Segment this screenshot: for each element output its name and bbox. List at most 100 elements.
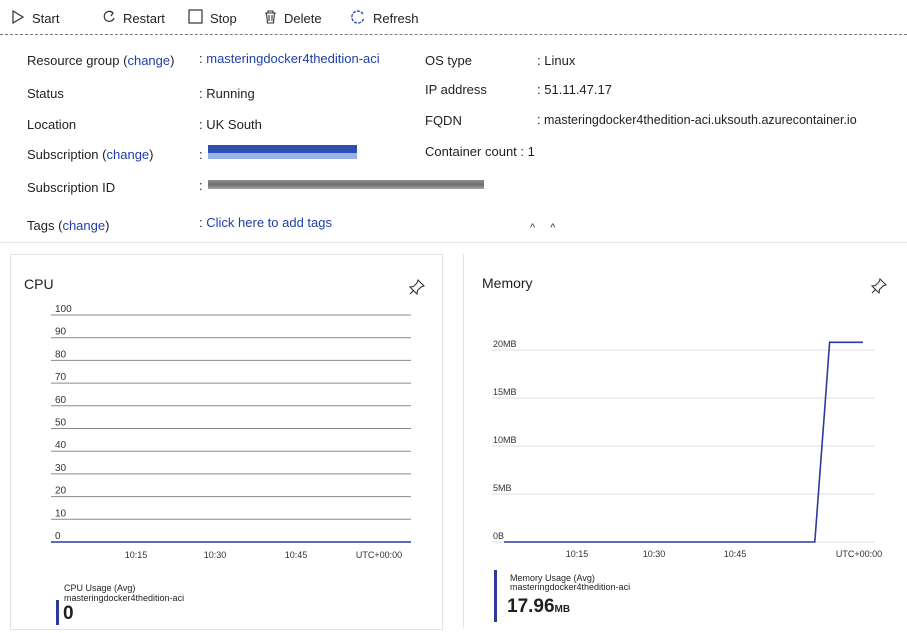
resource-group-change-link[interactable]: change	[127, 53, 170, 68]
container-count-row: Container count : 1	[425, 144, 535, 159]
resource-group-value-link[interactable]: masteringdocker4thedition-aci	[206, 51, 379, 66]
memory-value-unit: MB	[554, 604, 571, 615]
resource-group-row: Resource group (change)	[27, 53, 174, 68]
colon: :	[199, 215, 203, 230]
memory-value-number: 17.96	[507, 596, 555, 617]
series-line	[504, 341, 863, 543]
status-value: Running	[206, 86, 255, 101]
colon: :	[199, 147, 203, 162]
start-label: Start	[32, 10, 60, 26]
restart-icon	[102, 10, 116, 27]
memory-chart-panel: Memory 20MB 15MB 10MB 5MB 0B 10:15 10:30 10:45 U…	[463, 254, 904, 628]
x-tick-label: 10:30	[643, 549, 666, 559]
container-count-label: Container count	[425, 144, 517, 159]
y-tick-label: 70	[55, 372, 67, 383]
stop-icon	[188, 9, 203, 27]
cpu-legend-resource: masteringdocker4thedition-aci	[64, 593, 185, 603]
os-type-value-row: : Linux	[537, 53, 575, 68]
refresh-button[interactable]: Refresh	[350, 8, 419, 28]
cpu-value-number: 0	[63, 603, 74, 624]
ip-address-value-row: : 51.11.47.17	[537, 82, 612, 97]
y-tick-label: 100	[55, 304, 72, 315]
resource-group-label: Resource group	[27, 53, 120, 68]
restart-button[interactable]: Restart	[102, 8, 165, 28]
x-tick-label: 10:15	[125, 550, 148, 560]
memory-chart-canvas: 20MB 15MB 10MB 5MB 0B 10:15 10:30 10:45 UTC+00:0…	[492, 339, 882, 559]
subscription-row: Subscription (change)	[27, 147, 154, 162]
stop-button[interactable]: Stop	[188, 8, 237, 28]
trash-icon	[264, 9, 277, 27]
x-tick-label: UTC+00:00	[356, 550, 402, 560]
paren-close: )	[170, 53, 175, 68]
restart-label: Restart	[123, 10, 165, 26]
y-tick-label: 0	[55, 531, 61, 542]
delete-label: Delete	[284, 10, 322, 26]
y-tick-label: 20MB	[493, 339, 517, 349]
colon: :	[199, 117, 203, 132]
refresh-icon	[350, 9, 366, 28]
stop-label: Stop	[210, 10, 237, 26]
toolbar-divider	[0, 34, 907, 35]
delete-button[interactable]: Delete	[264, 8, 322, 28]
tags-label: Tags	[27, 218, 55, 233]
paren-close: )	[149, 147, 154, 162]
cpu-chart-canvas: 100908070605040302010010:15 10:30 10:45 UTC…	[51, 304, 411, 560]
subscription-id-redacted-bar	[208, 180, 484, 189]
y-tick-label: 40	[55, 440, 67, 451]
os-type-value: Linux	[544, 53, 576, 68]
essentials-divider	[0, 242, 907, 243]
location-value: UK South	[206, 117, 262, 132]
colon: :	[537, 53, 541, 68]
y-tick-label: 90	[55, 327, 67, 338]
command-toolbar: Start Restart Stop Delete Refresh	[0, 0, 907, 36]
x-tick-label: 10:30	[204, 550, 227, 560]
y-tick-label: 5MB	[493, 483, 512, 493]
y-tick-label: 10MB	[493, 435, 517, 445]
play-icon	[11, 9, 25, 27]
colon: :	[199, 178, 203, 193]
tags-change-link[interactable]: change	[62, 218, 105, 233]
location-value-row: : UK South	[199, 117, 262, 132]
subscription-change-link[interactable]: change	[107, 147, 150, 162]
y-tick-label: 80	[55, 349, 67, 360]
cpu-chart-panel: CPU 100 90 80 70 60 50 40 30 20 10 0 10:15 10:30 10:4…	[10, 254, 443, 630]
colon: :	[537, 113, 541, 127]
y-tick-label: 50	[55, 418, 67, 429]
memory-legend-color	[494, 570, 497, 622]
refresh-label: Refresh	[373, 10, 419, 26]
y-tick-label: 15MB	[493, 387, 517, 397]
colon: :	[199, 51, 203, 66]
paren-close: )	[105, 218, 110, 233]
y-tick-label: 10	[55, 508, 67, 519]
x-tick-label: 10:45	[724, 549, 747, 559]
fqdn-value-row: : masteringdocker4thedition-aci.uksouth.…	[537, 113, 857, 127]
start-button[interactable]: Start	[11, 8, 59, 28]
x-tick-label: 10:15	[566, 549, 589, 559]
location-label: Location	[27, 117, 77, 132]
cpu-current-value: 0	[63, 603, 74, 625]
y-tick-label: 0B	[493, 531, 504, 541]
ip-address-value: 51.11.47.17	[544, 82, 612, 97]
colon: :	[520, 144, 525, 159]
cpu-legend-color	[56, 600, 59, 625]
tags-value-row: : Click here to add tags	[199, 215, 332, 230]
y-tick-label: 60	[55, 395, 67, 406]
os-type-label: OS type	[425, 53, 472, 68]
add-tags-link[interactable]: Click here to add tags	[206, 215, 332, 230]
subscription-redacted-bar	[208, 145, 357, 159]
memory-legend-resource: masteringdocker4thedition-aci	[510, 582, 631, 592]
ip-address-label: IP address	[425, 82, 487, 97]
colon: :	[537, 82, 541, 97]
subscription-id-label: Subscription ID	[27, 180, 116, 195]
status-value-row: : Running	[199, 86, 255, 101]
colon: :	[199, 86, 203, 101]
x-tick-label: UTC+00:00	[836, 549, 882, 559]
y-tick-label: 20	[55, 486, 67, 497]
collapse-essentials-chevron-icon[interactable]: ^ ^	[530, 222, 561, 234]
subscription-label: Subscription	[27, 147, 99, 162]
x-tick-label: 10:45	[285, 550, 308, 560]
memory-current-value: 17.96MB	[507, 596, 570, 618]
y-tick-label: 30	[55, 463, 67, 474]
cpu-legend-metric: CPU Usage (Avg)	[64, 583, 136, 593]
resource-group-value-row: : masteringdocker4thedition-aci	[199, 51, 380, 66]
